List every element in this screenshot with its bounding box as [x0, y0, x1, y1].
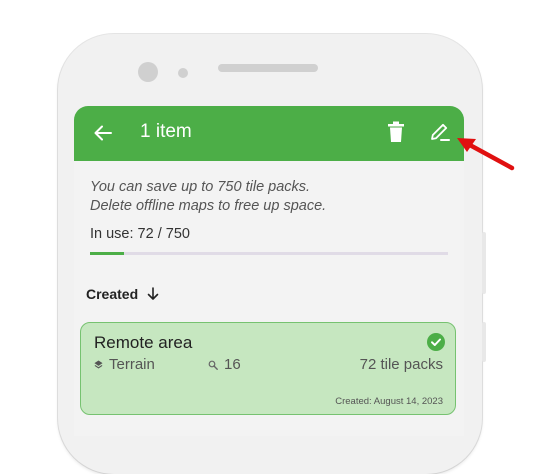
phone-side-button [482, 232, 486, 294]
storage-info: You can save up to 750 tile packs. Delet… [90, 178, 326, 216]
app-bar: 1 item [74, 106, 464, 161]
sort-label: Created [86, 286, 139, 302]
front-camera [138, 62, 158, 82]
trash-icon[interactable] [387, 120, 405, 144]
usage-progress-bar [90, 252, 448, 255]
phone-side-button [482, 322, 486, 362]
page-title: 1 item [140, 121, 192, 142]
layer-name: Terrain [109, 356, 155, 373]
sensor [178, 68, 188, 78]
earpiece-speaker [218, 64, 318, 72]
usage-progress-fill [90, 252, 125, 255]
storage-limit-text: You can save up to 750 tile packs. [90, 179, 311, 195]
arrow-left-icon[interactable] [92, 122, 114, 144]
zoom-info: 16 [208, 356, 241, 373]
zoom-level: 16 [224, 356, 241, 373]
check-circle-icon [427, 333, 445, 351]
annotation-arrow-icon [457, 138, 515, 171]
map-name: Remote area [94, 333, 193, 352]
arrow-down-icon [147, 287, 159, 300]
offline-map-card[interactable]: Remote area Terrain 16 72 tile packs Cre… [80, 322, 456, 415]
layers-icon [94, 360, 103, 369]
screen: 1 item You can save up to 750 tile packs… [74, 106, 464, 436]
tile-pack-count: 72 tile packs [359, 356, 443, 373]
created-date: Created: August 14, 2023 [335, 396, 443, 407]
edit-pencil-icon[interactable] [429, 120, 451, 144]
layer-info: Terrain [94, 356, 155, 373]
storage-hint-text: Delete offline maps to free up space. [90, 198, 327, 214]
zoom-icon [208, 360, 218, 370]
map-details: Terrain 16 72 tile packs [94, 356, 443, 376]
usage-text: In use: 72 / 750 [90, 226, 190, 242]
sort-button[interactable]: Created [86, 286, 160, 302]
